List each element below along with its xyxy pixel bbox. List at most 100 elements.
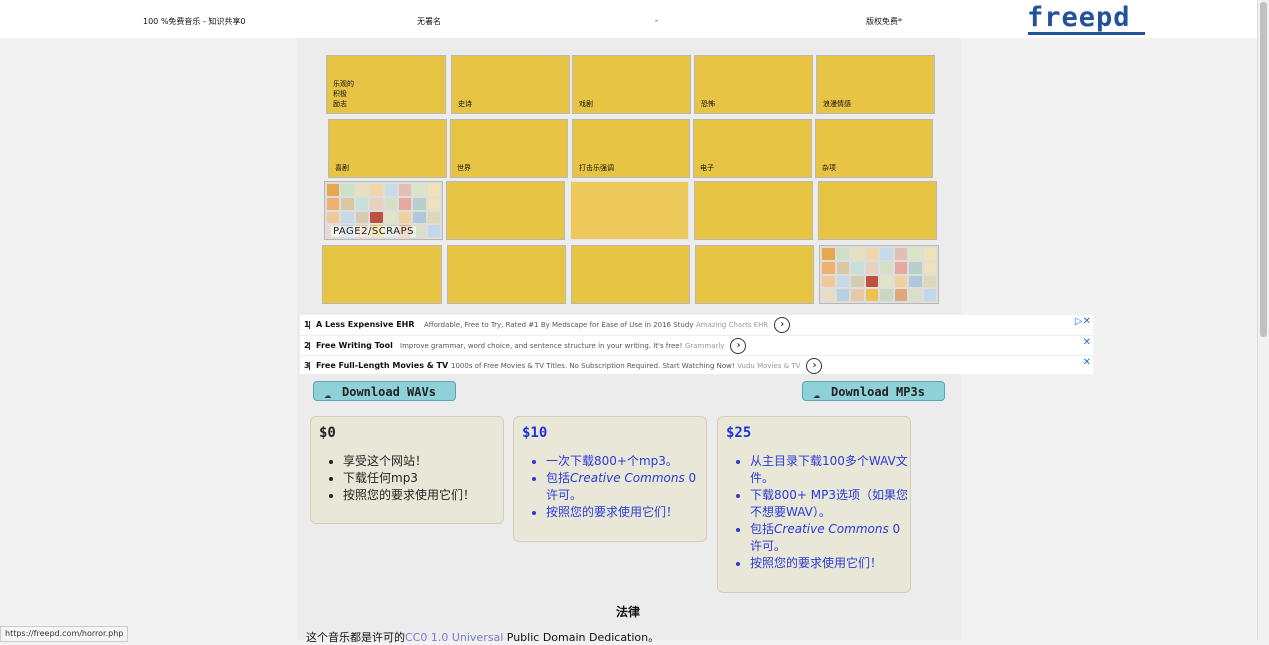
- genre-tile-romance[interactable]: 浪漫情感: [816, 55, 935, 114]
- pricing-card-25[interactable]: $25 从主目录下载100多个WAV文件。 下载800+ MP3选项（如果您不想…: [717, 416, 911, 593]
- blank-tile[interactable]: [695, 245, 814, 304]
- ad-title[interactable]: Free Writing Tool: [316, 336, 393, 355]
- mosaic-swatch: [427, 197, 440, 210]
- genre-tile-misc[interactable]: 杂项: [815, 119, 933, 178]
- feature-item: 享受这个网站！: [343, 453, 475, 470]
- mosaic-swatch: [894, 261, 907, 274]
- legal-heading: 法律: [616, 605, 641, 619]
- feature-item: 一次下载800+个mp3。: [546, 453, 706, 470]
- download-wavs-button[interactable]: ☁ Download WAVs: [313, 381, 456, 401]
- license-prefix: 这个音乐都是许可的: [306, 631, 405, 644]
- genre-tile-upbeat[interactable]: 乐观的 积极 励志: [326, 55, 446, 114]
- blank-tile[interactable]: [447, 245, 566, 304]
- cloud-download-icon: ☁: [324, 387, 332, 401]
- blank-tile[interactable]: [571, 245, 690, 304]
- adchoices-close-icon[interactable]: ▷✕: [1075, 312, 1091, 331]
- mosaic-swatch: [822, 275, 835, 288]
- mosaic-swatch: [384, 197, 397, 210]
- mosaic-swatch: [836, 289, 849, 301]
- blank-tile[interactable]: [694, 181, 813, 240]
- feature-item: 按照您的要求使用它们！: [750, 555, 910, 572]
- genre-tile-percussion[interactable]: 打击乐强调: [572, 119, 690, 178]
- ad-description: 1000s of Free Movies & TV Titles. No Sub…: [451, 362, 735, 370]
- mosaic-swatch: [413, 211, 426, 224]
- genre-tile-epic[interactable]: 史诗: [451, 55, 570, 114]
- scroll-thumb[interactable]: [1260, 2, 1267, 337]
- ad-close-icon[interactable]: ✕: [1083, 333, 1091, 352]
- ad-row[interactable]: 3 | Free Full-Length Movies & TV 1000s of…: [300, 355, 1093, 375]
- tile-label: 电子: [700, 164, 714, 172]
- ad-source: Amazing Charts EHR: [695, 321, 769, 329]
- download-wavs-label: Download WAVs: [342, 385, 436, 399]
- mosaic-swatch: [923, 248, 936, 260]
- mosaic-swatch: [923, 261, 936, 274]
- royalty-free-text: 版权免费*: [866, 17, 902, 26]
- blank-tile[interactable]: [818, 181, 937, 240]
- mosaic-swatch: [880, 275, 893, 288]
- feature-item: 从主目录下载100多个WAV文件。: [750, 453, 910, 487]
- mosaic-swatch: [822, 289, 835, 301]
- genre-tile-world[interactable]: 世界: [450, 119, 568, 178]
- mosaic-swatch: [851, 275, 864, 288]
- mosaic-swatch: [923, 275, 936, 288]
- mosaic-swatch: [909, 248, 922, 260]
- mosaic-swatch: [923, 289, 936, 301]
- mosaic-swatch: [909, 261, 922, 274]
- mosaic-swatch: [865, 289, 878, 301]
- pricing-card-10[interactable]: $10 一次下载800+个mp3。 包括Creative Commons 0许可…: [513, 416, 707, 542]
- ad-title[interactable]: A Less Expensive EHR: [316, 315, 415, 334]
- tile-label: 喜剧: [335, 164, 349, 172]
- mosaic-swatch: [398, 211, 412, 224]
- tile-label: 史诗: [458, 100, 472, 108]
- feature-item: 下载任何mp3: [343, 470, 475, 487]
- mosaic-swatch: [384, 211, 397, 224]
- ad-row[interactable]: 1 | A Less Expensive EHR Affordable, Free…: [300, 315, 1093, 334]
- mosaic-tile[interactable]: [819, 245, 939, 304]
- blank-tile[interactable]: [322, 245, 442, 304]
- mosaic-swatch: [836, 248, 849, 260]
- genre-tile-electronic[interactable]: 电子: [693, 119, 812, 178]
- mosaic-swatch: [822, 261, 835, 274]
- mosaic-swatch: [880, 289, 893, 301]
- feature-item: 按照您的要求使用它们！: [546, 504, 706, 521]
- genre-tile-horror[interactable]: 恐怖: [694, 55, 813, 114]
- scraps-page2-tile[interactable]: PAGE2/SCRAPS: [324, 181, 443, 240]
- genre-tile-comedy[interactable]: 喜剧: [328, 119, 447, 178]
- price-25: $25: [726, 425, 752, 441]
- mosaic-swatch: [836, 275, 849, 288]
- mosaic-swatch: [327, 184, 340, 196]
- ad-row[interactable]: 2 | Free Writing Tool Improve grammar, wo…: [300, 335, 1093, 355]
- mosaic-swatch: [865, 261, 878, 274]
- ad-close-icon[interactable]: ✕: [1083, 353, 1091, 372]
- genre-tile-drama[interactable]: 戏剧: [572, 55, 691, 114]
- cc0-license-link[interactable]: CC0 1.0 Universal: [405, 631, 503, 644]
- feature-item: 包括Creative Commons 0许可。: [750, 521, 910, 555]
- mosaic-swatch: [398, 197, 412, 210]
- ad-bar: |: [308, 341, 311, 350]
- mosaic-swatch: [370, 211, 383, 224]
- tile-label: 打击乐强调: [579, 164, 614, 172]
- download-mp3s-label: Download MP3s: [831, 385, 925, 399]
- mosaic-swatch: [355, 197, 369, 210]
- ad-go-icon[interactable]: ›: [774, 316, 791, 333]
- blank-tile[interactable]: [570, 181, 689, 240]
- ad-go-icon[interactable]: ›: [806, 357, 823, 374]
- page-scrollbar[interactable]: [1257, 0, 1269, 640]
- cloud-download-icon: ☁: [813, 387, 821, 401]
- ad-title[interactable]: Free Full-Length Movies & TV: [316, 356, 448, 375]
- mosaic-swatch: [327, 197, 340, 210]
- mosaic-swatch: [413, 184, 426, 196]
- blank-tile[interactable]: [446, 181, 565, 240]
- mosaic-swatch: [865, 248, 878, 260]
- ad-bar: |: [308, 361, 311, 370]
- mosaic-swatch: [880, 261, 893, 274]
- freepd-logo[interactable]: freepd: [1027, 4, 1131, 31]
- mosaic-swatch: [398, 184, 412, 196]
- ad-description: Improve grammar, word choice, and senten…: [400, 342, 683, 350]
- feature-item: 下载800+ MP3选项（如果您不想要WAV）。: [750, 487, 910, 521]
- mosaic-swatch: [880, 248, 893, 260]
- tile-label: 杂项: [822, 164, 836, 172]
- download-mp3s-button[interactable]: ☁ Download MP3s: [802, 381, 945, 401]
- ad-go-icon[interactable]: ›: [730, 337, 747, 354]
- tile-label: 恐怖: [701, 100, 715, 108]
